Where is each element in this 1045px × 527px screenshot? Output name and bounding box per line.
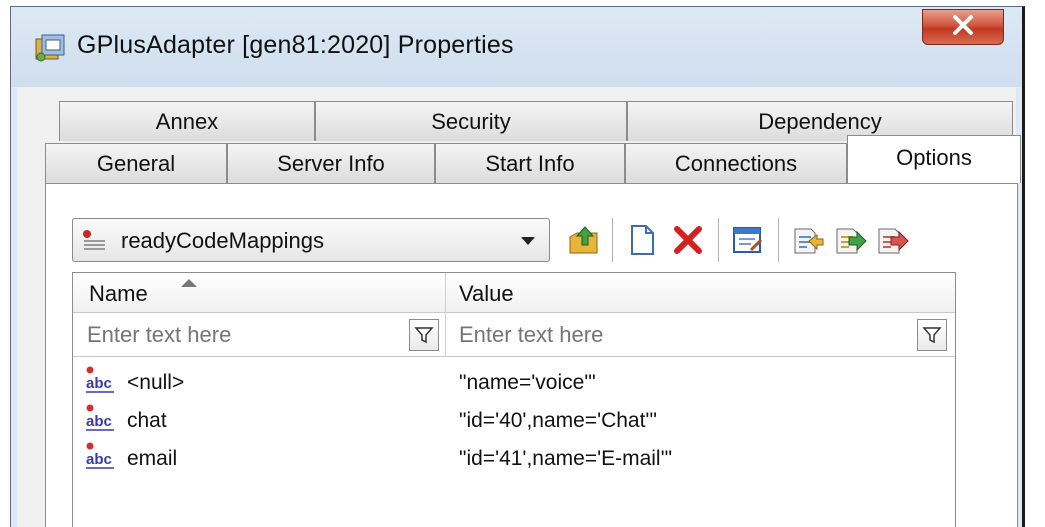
filter-row	[73, 313, 955, 357]
section-icon	[81, 229, 115, 253]
tab-label: Security	[431, 109, 511, 134]
section-selector-dropdown[interactable]: readyCodeMappings	[72, 218, 550, 262]
svg-text:abc: abc	[86, 451, 112, 468]
up-folder-icon	[569, 226, 598, 254]
toolbar-separator	[718, 218, 719, 262]
sort-ascending-icon	[181, 279, 197, 287]
column-header-value[interactable]: Value	[459, 281, 514, 307]
tab-security[interactable]: Security	[315, 101, 627, 141]
export-button[interactable]	[830, 220, 870, 260]
tab-annex[interactable]: Annex	[59, 101, 315, 141]
row-value: "id='41',name='E-mail'"	[459, 447, 673, 470]
options-panel: readyCodeMappings Name Value Enter text …	[45, 183, 1018, 527]
tab-label: Start Info	[485, 151, 575, 176]
tab-start-info[interactable]: Start Info	[435, 143, 625, 183]
row-name: <null>	[127, 371, 185, 394]
row-value: "name='voice'"	[459, 371, 596, 394]
filter-icon	[414, 327, 434, 344]
adapter-icon	[33, 31, 67, 65]
string-option-icon: abc	[85, 441, 119, 473]
value-filter-button[interactable]	[917, 319, 947, 351]
svg-text:abc: abc	[86, 413, 112, 430]
options-grid: Name Value Enter text here Enter text he…	[72, 272, 956, 527]
tab-label: Dependency	[758, 109, 882, 134]
tab-label: Connections	[674, 151, 798, 176]
string-option-icon: abc	[85, 403, 119, 435]
tab-label: Annex	[155, 109, 219, 134]
export-icon	[836, 228, 867, 254]
name-filter-button[interactable]	[409, 319, 439, 351]
window-title: GPlusAdapter [gen81:2020] Properties	[77, 31, 514, 59]
close-button[interactable]	[922, 9, 1004, 45]
toolbar-separator	[778, 218, 779, 262]
row-value: "id='40',name='Chat'"	[459, 409, 657, 432]
tab-options[interactable]: Options	[847, 135, 1021, 183]
column-divider[interactable]	[445, 273, 446, 313]
tab-connections[interactable]: Connections	[625, 143, 847, 183]
up-folder-button[interactable]	[564, 220, 604, 260]
tab-general[interactable]: General	[45, 143, 227, 183]
table-row[interactable]: abc <null> "name='voice'"	[73, 365, 955, 403]
tab-label: Options	[896, 145, 972, 170]
column-divider	[445, 313, 446, 357]
tab-server-info[interactable]: Server Info	[227, 143, 435, 183]
chevron-down-icon	[521, 237, 535, 245]
delete-button[interactable]	[668, 220, 708, 260]
close-icon	[951, 14, 975, 41]
row-name: email	[127, 447, 178, 470]
column-header-name[interactable]: Name	[89, 281, 148, 307]
svg-text:abc: abc	[86, 375, 112, 392]
title-bar[interactable]: GPlusAdapter [gen81:2020] Properties	[11, 7, 1022, 87]
toolbar-separator	[612, 218, 613, 262]
grid-header: Name Value	[73, 273, 955, 313]
new-document-icon	[631, 225, 654, 255]
copy-icon	[878, 228, 909, 254]
value-filter-input[interactable]	[459, 313, 889, 357]
row-name: chat	[127, 409, 167, 432]
properties-window: GPlusAdapter [gen81:2020] Properties Ann…	[10, 6, 1025, 527]
section-selector-value: readyCodeMappings	[121, 228, 325, 253]
delete-icon	[674, 226, 702, 254]
table-row[interactable]: abc email "id='41',name='E-mail'"	[73, 441, 955, 479]
filter-icon	[922, 327, 942, 344]
new-button[interactable]	[622, 220, 662, 260]
tab-label: Server Info	[277, 151, 385, 176]
edit-button[interactable]	[728, 220, 768, 260]
import-icon	[794, 228, 824, 254]
string-option-icon: abc	[85, 365, 119, 397]
edit-icon	[733, 227, 763, 253]
import-button[interactable]	[788, 220, 828, 260]
copy-button[interactable]	[872, 220, 912, 260]
table-row[interactable]: abc chat "id='40',name='Chat'"	[73, 403, 955, 441]
name-filter-input[interactable]	[87, 313, 397, 357]
tab-label: General	[96, 151, 176, 176]
dialog-body: Annex Security Dependency General Server…	[17, 87, 1021, 527]
